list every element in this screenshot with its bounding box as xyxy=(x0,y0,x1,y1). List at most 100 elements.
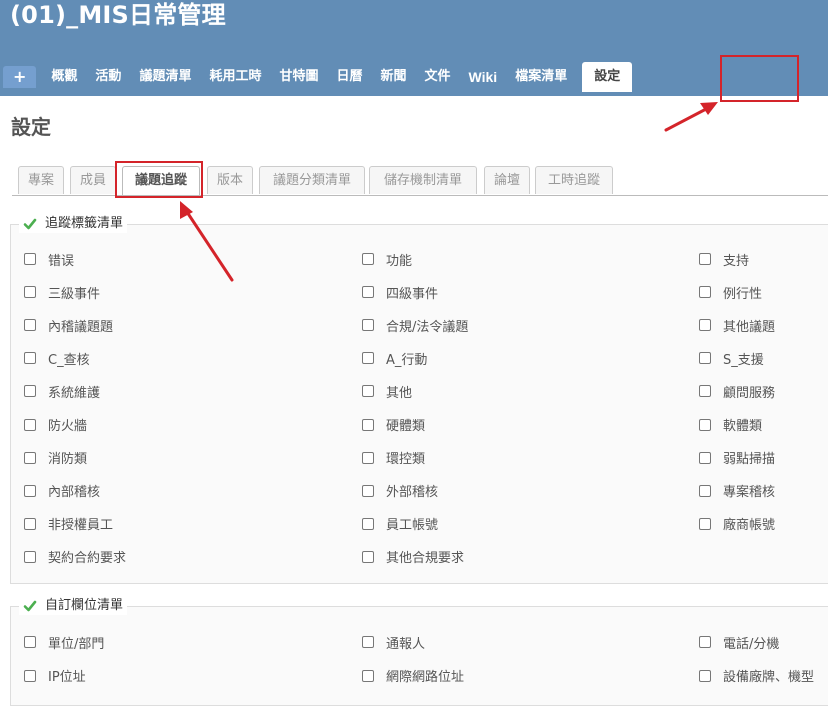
tracker-checkbox[interactable] xyxy=(699,418,711,431)
tracker-checkbox[interactable] xyxy=(699,253,711,265)
tracker-checkbox[interactable] xyxy=(699,517,711,530)
tracker-label: 消防類 xyxy=(48,452,88,468)
tracker-option[interactable]: 错误 xyxy=(24,249,74,269)
custom-field-checkbox[interactable] xyxy=(699,636,711,648)
tracker-checkbox[interactable] xyxy=(699,286,711,299)
tab-members[interactable]: 成員 xyxy=(70,166,116,194)
custom-field-option[interactable]: IP位址 xyxy=(24,666,86,686)
tracker-option[interactable]: A_行動 xyxy=(362,348,427,368)
tracker-option[interactable]: 硬體類 xyxy=(362,415,425,435)
tracker-option[interactable]: 軟體類 xyxy=(699,415,762,435)
tracker-checkbox[interactable] xyxy=(24,550,36,563)
tracker-checkbox[interactable] xyxy=(24,319,36,332)
menu-activity[interactable]: 活動 xyxy=(86,66,130,88)
custom-field-option[interactable]: 通報人 xyxy=(362,632,425,652)
tracker-label: 防火牆 xyxy=(48,419,88,434)
tracker-option[interactable]: 例行性 xyxy=(699,282,762,302)
tracker-checkbox[interactable] xyxy=(24,385,36,398)
custom-field-checkbox[interactable] xyxy=(699,669,711,682)
tracker-option[interactable]: 支持 xyxy=(699,249,749,269)
tracker-option[interactable]: 其他議題 xyxy=(699,315,775,335)
tracker-label: 外部稽核 xyxy=(386,485,439,501)
new-object-button[interactable]: + xyxy=(3,66,37,88)
custom-field-option[interactable]: 設備廠牌、機型 xyxy=(699,666,814,686)
tracker-checkbox[interactable] xyxy=(699,451,711,464)
tracker-checkbox[interactable] xyxy=(362,352,374,365)
menu-documents[interactable]: 文件 xyxy=(416,66,460,88)
menu-news[interactable]: 新聞 xyxy=(372,66,416,88)
tracker-checkbox[interactable] xyxy=(24,253,36,265)
tab-versions[interactable]: 版本 xyxy=(207,166,253,194)
tracker-option[interactable]: 顧問服務 xyxy=(699,381,775,401)
custom-field-option[interactable]: 網際網路位址 xyxy=(362,666,464,686)
menu-wiki[interactable]: Wiki xyxy=(460,66,507,88)
menu-settings[interactable]: 設定 xyxy=(582,62,633,92)
tracker-checkbox[interactable] xyxy=(24,451,36,464)
custom-field-checkbox[interactable] xyxy=(362,669,374,682)
tab-repositories[interactable]: 儲存機制清單 xyxy=(369,166,477,194)
tracker-checkbox[interactable] xyxy=(24,484,36,497)
tracker-checkbox[interactable] xyxy=(362,385,374,398)
tracker-checkbox[interactable] xyxy=(362,253,374,265)
checkmark-icon[interactable] xyxy=(23,217,37,231)
tracker-option[interactable]: 契約合約要求 xyxy=(24,547,126,567)
tracker-checkbox[interactable] xyxy=(699,484,711,497)
tracker-option[interactable]: 非授權員工 xyxy=(24,514,113,534)
custom-field-option[interactable]: 單位/部門 xyxy=(24,632,104,652)
menu-calendar[interactable]: 日曆 xyxy=(327,66,371,88)
tracker-option[interactable]: 弱點掃描 xyxy=(699,448,775,468)
tracker-checkbox[interactable] xyxy=(362,418,374,431)
tracker-option[interactable]: 廠商帳號 xyxy=(699,514,775,534)
tracker-option[interactable]: S_支援 xyxy=(699,348,764,368)
custom-field-checkbox[interactable] xyxy=(24,636,36,648)
tab-issue-tracking[interactable]: 議題追蹤 xyxy=(122,166,200,195)
menu-files[interactable]: 檔案清單 xyxy=(506,66,576,88)
tracker-option[interactable]: 專案稽核 xyxy=(699,481,775,501)
tab-issue-categories[interactable]: 議題分類清單 xyxy=(259,166,365,194)
tracker-label: 專案稽核 xyxy=(723,485,776,501)
custom-field-checkbox[interactable] xyxy=(24,669,36,682)
tracker-option[interactable]: 系統維護 xyxy=(24,381,100,401)
custom-field-label: 網際網路位址 xyxy=(386,670,465,685)
tracker-checkbox[interactable] xyxy=(362,286,374,299)
tracker-option[interactable]: 三級事件 xyxy=(24,282,100,302)
menu-gantt[interactable]: 甘特圖 xyxy=(270,66,327,88)
tab-project[interactable]: 專案 xyxy=(18,166,64,194)
menu-issues[interactable]: 議題清單 xyxy=(130,66,200,88)
tracker-option[interactable]: 環控類 xyxy=(362,448,425,468)
tracker-checkbox[interactable] xyxy=(24,517,36,530)
tracker-option[interactable]: 其他 xyxy=(362,381,412,401)
tracker-option[interactable]: 四級事件 xyxy=(362,282,438,302)
custom-field-checkbox[interactable] xyxy=(362,636,374,648)
tracker-checkbox[interactable] xyxy=(699,385,711,398)
tab-forums[interactable]: 論壇 xyxy=(484,166,530,194)
tracker-label: 弱點掃描 xyxy=(723,452,776,468)
tracker-checkbox[interactable] xyxy=(24,352,36,365)
tracker-option[interactable]: 員工帳號 xyxy=(362,514,438,534)
tracker-option[interactable]: 防火牆 xyxy=(24,415,87,435)
tracker-option[interactable]: 外部稽核 xyxy=(362,481,438,501)
tracker-option[interactable]: 功能 xyxy=(362,249,412,269)
tracker-checkbox[interactable] xyxy=(362,319,374,332)
menu-time-entries[interactable]: 耗用工時 xyxy=(200,66,270,88)
tracker-option[interactable]: 內稽議題題 xyxy=(24,315,113,335)
tab-time-tracking[interactable]: 工時追蹤 xyxy=(535,166,613,194)
tracker-option[interactable]: C_查核 xyxy=(24,348,90,368)
tracker-checkbox[interactable] xyxy=(699,319,711,332)
tracker-checkbox[interactable] xyxy=(699,352,711,365)
tracker-option[interactable]: 合規/法令議題 xyxy=(362,315,468,335)
menu-overview[interactable]: 概觀 xyxy=(42,66,86,88)
checkmark-icon[interactable] xyxy=(23,599,37,613)
tracker-checkbox[interactable] xyxy=(24,418,36,431)
tracker-checkbox[interactable] xyxy=(362,451,374,464)
custom-fields-fieldset: 自訂欄位清單 單位/部門 通報人 電話/分機 IP位址 網際網路位址 設備廠牌、機型 xyxy=(10,597,828,706)
custom-field-option[interactable]: 電話/分機 xyxy=(699,632,779,652)
tracker-checkbox[interactable] xyxy=(24,286,36,299)
tracker-option[interactable]: 消防類 xyxy=(24,448,87,468)
tracker-label: 例行性 xyxy=(723,286,763,302)
tracker-checkbox[interactable] xyxy=(362,484,374,497)
tracker-checkbox[interactable] xyxy=(362,550,374,563)
tracker-option[interactable]: 其他合規要求 xyxy=(362,547,464,567)
tracker-checkbox[interactable] xyxy=(362,517,374,530)
tracker-option[interactable]: 內部稽核 xyxy=(24,481,100,501)
